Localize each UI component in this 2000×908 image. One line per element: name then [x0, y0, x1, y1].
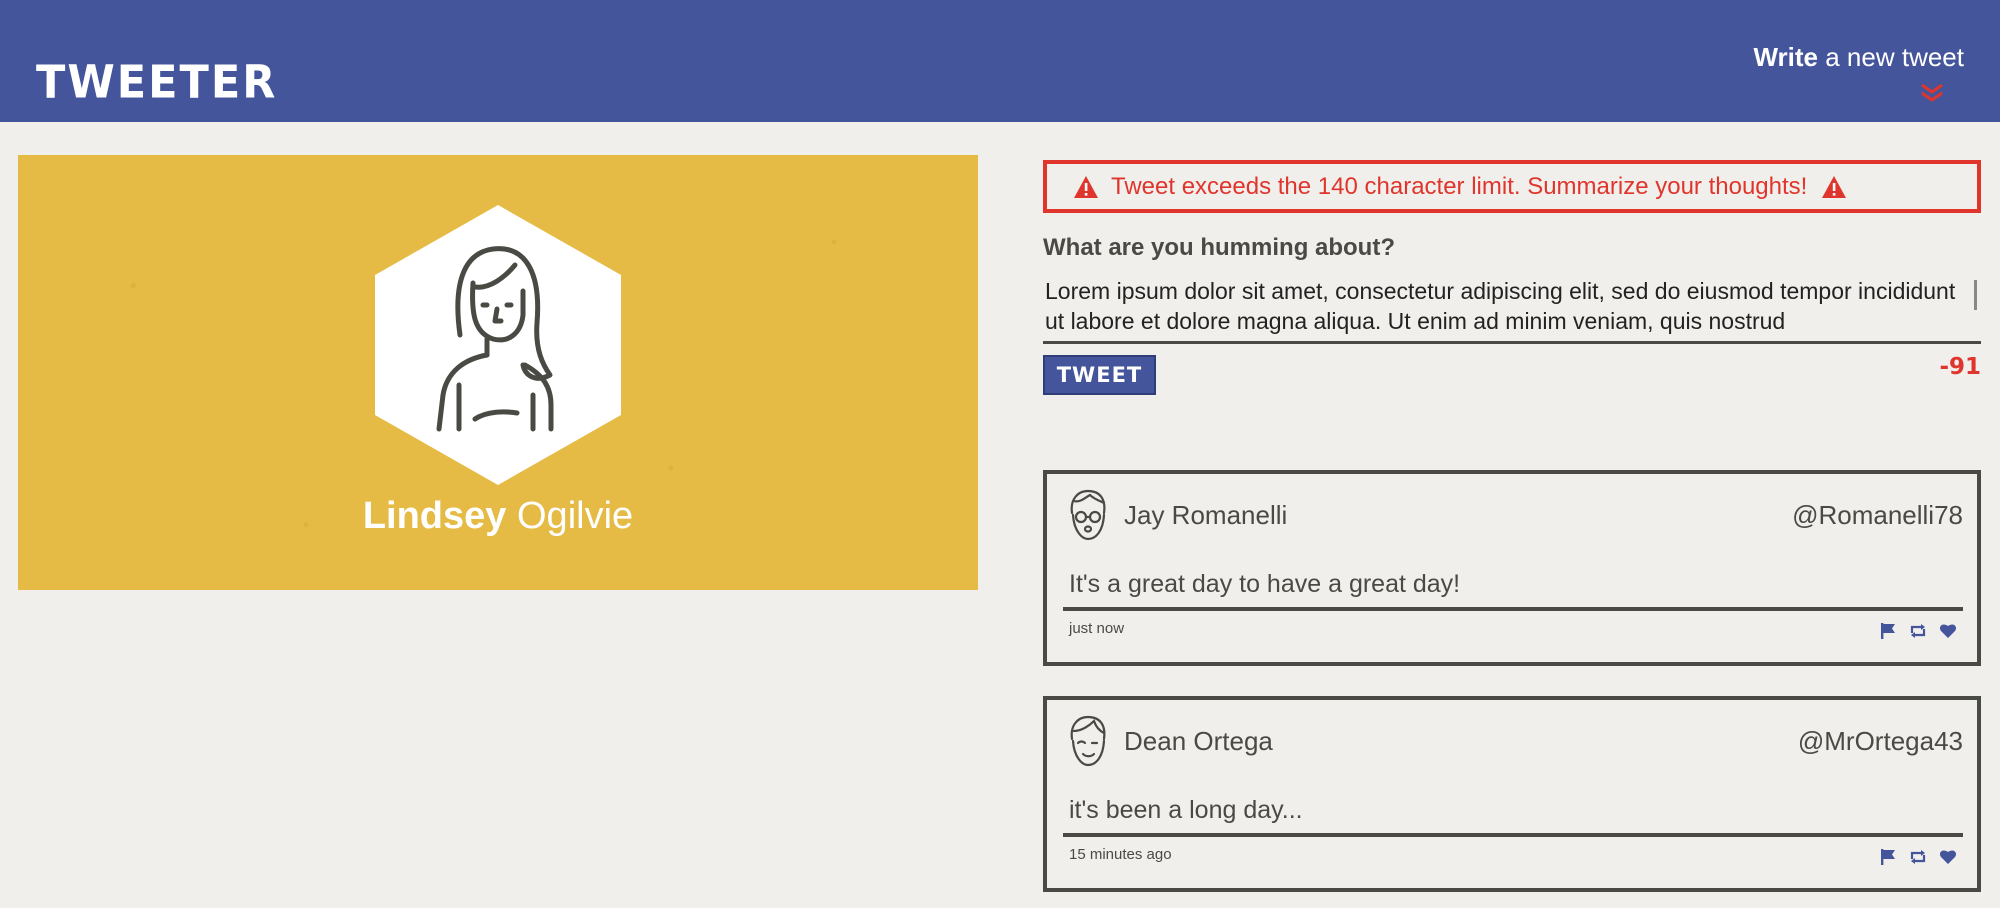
double-chevron-down-icon[interactable]	[1917, 82, 1947, 104]
woman-avatar-icon	[375, 205, 621, 485]
tweet-author: Jay Romanelli	[1124, 500, 1288, 530]
tweet-divider	[1063, 607, 1963, 611]
tweet-timestamp: 15 minutes ago	[1069, 846, 1172, 863]
tweet-handle: @MrOrtega43	[1797, 726, 1963, 756]
profile-first-name: Lindsey	[362, 495, 507, 537]
flag-icon[interactable]	[1879, 622, 1897, 640]
navbar: TWEETER Write a new tweet	[0, 0, 2000, 122]
textarea-scrollbar[interactable]	[1974, 280, 1977, 310]
tweet-content: It's a great day to have a great day!	[1069, 570, 1461, 598]
compose-label-bold: Write	[1753, 42, 1819, 72]
error-banner: Tweet exceeds the 140 character limit. S…	[1043, 160, 1981, 213]
man-with-glasses-avatar-icon	[1070, 489, 1106, 541]
tweet-card: Jay Romanelli @Romanelli78 It's a great …	[1043, 470, 1981, 666]
tweet-textarea[interactable]: Lorem ipsum dolor sit amet, consectetur …	[1043, 272, 1981, 344]
tweet-handle: @Romanelli78	[1792, 500, 1963, 530]
compose-prompt: What are you humming about?	[1043, 234, 1395, 261]
error-message: Tweet exceeds the 140 character limit. S…	[1111, 172, 1808, 200]
heart-icon[interactable]	[1939, 622, 1957, 640]
profile-name: Lindsey Ogilvie	[18, 495, 978, 538]
warning-triangle-icon	[1822, 175, 1847, 198]
character-counter: -91	[1939, 354, 1981, 380]
flag-icon[interactable]	[1879, 848, 1897, 866]
tweet-author: Dean Ortega	[1124, 726, 1273, 756]
tweet-content: it's been a long day...	[1069, 796, 1303, 824]
retweet-icon[interactable]	[1909, 622, 1927, 640]
man-avatar-icon	[1070, 715, 1106, 767]
retweet-icon[interactable]	[1909, 848, 1927, 866]
brand-logo: TWEETER	[36, 56, 278, 110]
tweet-actions	[1879, 848, 1957, 866]
compose-label-rest: a new tweet	[1818, 42, 1964, 72]
tweet-divider	[1063, 833, 1963, 837]
tweet-button[interactable]: TWEET	[1043, 355, 1156, 395]
profile-card: Lindsey Ogilvie	[18, 155, 978, 590]
tweet-card: Dean Ortega @MrOrtega43 it's been a long…	[1043, 696, 1981, 892]
tweet-actions	[1879, 622, 1957, 640]
warning-triangle-icon	[1074, 175, 1098, 198]
tweet-timestamp: just now	[1069, 620, 1125, 637]
heart-icon[interactable]	[1939, 848, 1957, 866]
profile-last-name: Ogilvie	[517, 495, 634, 537]
write-new-tweet-toggle[interactable]: Write a new tweet	[1684, 42, 1964, 73]
